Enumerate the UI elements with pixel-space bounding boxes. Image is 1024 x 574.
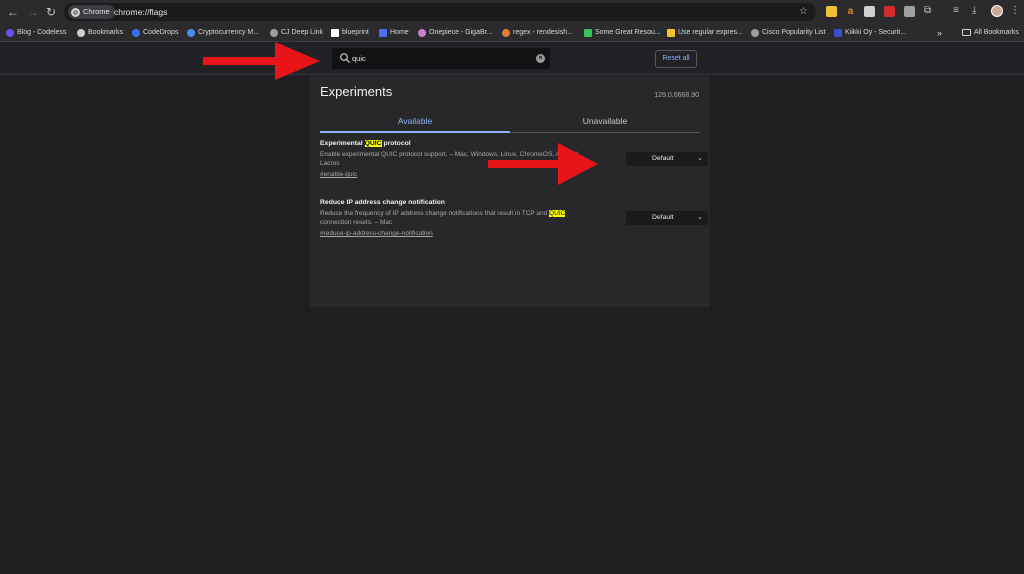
bookmark-favicon-icon [667, 28, 675, 37]
bookmark-item[interactable]: Onepiece - GigaBr... [418, 24, 492, 41]
page-title: Experiments [320, 84, 393, 99]
bookmarks-overflow-button[interactable]: » [937, 24, 942, 41]
bookmark-item[interactable]: Blog - Codeless [6, 24, 66, 41]
experiments-panel: Experiments 129.0.6668.90 Available Unav… [310, 76, 710, 307]
bookmark-label: blueprint [342, 29, 369, 36]
globe-icon [270, 28, 278, 37]
flag-item-reduce-ip-address-change-notification: Reduce IP address change notification Re… [320, 198, 708, 238]
flag-description: Reduce the frequency of IP address chang… [320, 209, 585, 227]
bookmark-item[interactable]: regex - rendesish... [502, 24, 573, 41]
active-tab-indicator [320, 131, 510, 133]
url-text[interactable]: chrome://flags [114, 3, 167, 21]
tab-available[interactable]: Available [320, 116, 510, 132]
bookmark-item[interactable]: CJ Deep Link [270, 24, 323, 41]
browser-toolbar: ← → ↻ Chrome chrome://flags ☆ a ⧉ ≡ ⤓ ⋮ [0, 0, 1024, 24]
all-bookmarks-label: All Bookmarks [974, 29, 1019, 36]
bookmark-item[interactable]: Home [379, 24, 409, 41]
flag-title-text: protocol [381, 140, 411, 147]
extension-icon-yellow[interactable] [826, 6, 837, 17]
bookmark-label: Use regular expres... [678, 29, 743, 36]
select-value: Default [652, 214, 674, 221]
folder-icon [962, 29, 971, 36]
chrome-logo-icon [71, 7, 80, 17]
star-icon [77, 28, 85, 37]
bookmark-favicon-icon [187, 28, 195, 37]
bookmark-label: CodeDrops [143, 29, 179, 36]
bookmark-label: Home [390, 29, 409, 36]
extensions-puzzle-icon[interactable]: ⧉ [924, 5, 931, 17]
search-icon [340, 53, 350, 63]
address-bar[interactable]: Chrome chrome://flags ☆ [64, 3, 816, 21]
download-icon[interactable]: ⤓ [972, 5, 976, 17]
bookmark-item[interactable]: Some Great Resou... [584, 24, 661, 41]
annotation-arrow-select [488, 143, 598, 185]
chevron-down-icon: ⌄ [697, 214, 703, 221]
search-value: quic [352, 54, 366, 63]
all-bookmarks-button[interactable]: All Bookmarks [962, 24, 1019, 41]
bookmark-label: regex - rendesish... [513, 29, 573, 36]
bookmarks-bar: Blog - Codeless Bookmarks CodeDrops Cryp… [0, 24, 1024, 42]
tab-unavailable[interactable]: Unavailable [510, 116, 700, 132]
select-value: Default [652, 155, 674, 162]
bookmark-label: CJ Deep Link [281, 29, 324, 36]
bookmark-label: Kiikki Oy - Securit... [845, 29, 907, 36]
bookmark-favicon-icon [6, 28, 14, 37]
bookmark-label: Cisco Popularity List [762, 29, 826, 36]
reset-all-button[interactable]: Reset all [655, 50, 697, 68]
flag-description-text: Reduce the frequency of IP address chang… [320, 210, 550, 217]
bookmark-item[interactable]: Bookmarks [77, 24, 123, 41]
bookmark-favicon-icon [379, 28, 387, 37]
chevron-down-icon: ⌄ [697, 155, 703, 162]
bookmark-item[interactable]: blueprint [331, 24, 369, 41]
back-icon[interactable]: ← [6, 5, 20, 19]
version-label: 129.0.6668.90 [654, 92, 699, 99]
flag-state-select[interactable]: Default ⌄ [626, 152, 708, 166]
extension-icon-gray[interactable] [864, 6, 875, 17]
search-highlight: QUIC [364, 140, 382, 147]
bookmark-item[interactable]: Cisco Popularity List [751, 24, 825, 41]
bookmark-favicon-icon [584, 28, 592, 37]
bookmark-item[interactable]: Cryptocurrency M... [187, 24, 259, 41]
bookmark-star-icon[interactable]: ☆ [799, 3, 808, 21]
flag-description-text: connection resets. – Mac [320, 219, 393, 226]
bookmark-label: Bookmarks [88, 29, 124, 36]
forward-icon[interactable]: → [26, 5, 40, 19]
clear-search-icon[interactable]: × [536, 54, 545, 63]
bookmark-favicon-icon [331, 28, 339, 37]
amazon-extension-icon[interactable]: a [845, 6, 856, 17]
flag-title-text: Experimental [320, 140, 365, 147]
bookmark-favicon-icon [502, 28, 510, 37]
bookmark-favicon-icon [418, 28, 426, 37]
globe-icon [751, 28, 759, 37]
reload-icon[interactable]: ↻ [44, 5, 58, 19]
search-highlight: QUIC [549, 210, 566, 217]
profile-avatar[interactable] [991, 5, 1003, 17]
extension-icon-p[interactable] [904, 6, 915, 17]
bookmark-item[interactable]: CodeDrops [132, 24, 178, 41]
chrome-chip[interactable]: Chrome [68, 5, 115, 19]
bookmark-item[interactable]: Use regular expres... [667, 24, 743, 41]
bookmark-favicon-icon [834, 28, 842, 37]
bookmark-label: Some Great Resou... [595, 29, 661, 36]
bookmark-label: Blog - Codeless [17, 29, 67, 36]
bookmark-label: Cryptocurrency M... [198, 29, 260, 36]
annotation-arrow-search [203, 42, 320, 80]
flag-title: Reduce IP address change notification [320, 199, 445, 206]
flag-anchor-link[interactable]: #reduce-ip-address-change-notification [320, 229, 700, 238]
flag-state-select[interactable]: Default ⌄ [626, 211, 708, 225]
flags-search-input[interactable]: quic × [332, 48, 550, 69]
extension-icon-new[interactable] [884, 6, 895, 17]
chip-label: Chrome [83, 7, 110, 16]
bookmark-item[interactable]: Kiikki Oy - Securit... [834, 24, 906, 41]
menu-kebab-icon[interactable]: ⋮ [1010, 5, 1020, 17]
bookmark-label: Onepiece - GigaBr... [429, 29, 493, 36]
bookmark-favicon-icon [132, 28, 140, 37]
media-controls-icon[interactable]: ≡ [953, 5, 959, 17]
